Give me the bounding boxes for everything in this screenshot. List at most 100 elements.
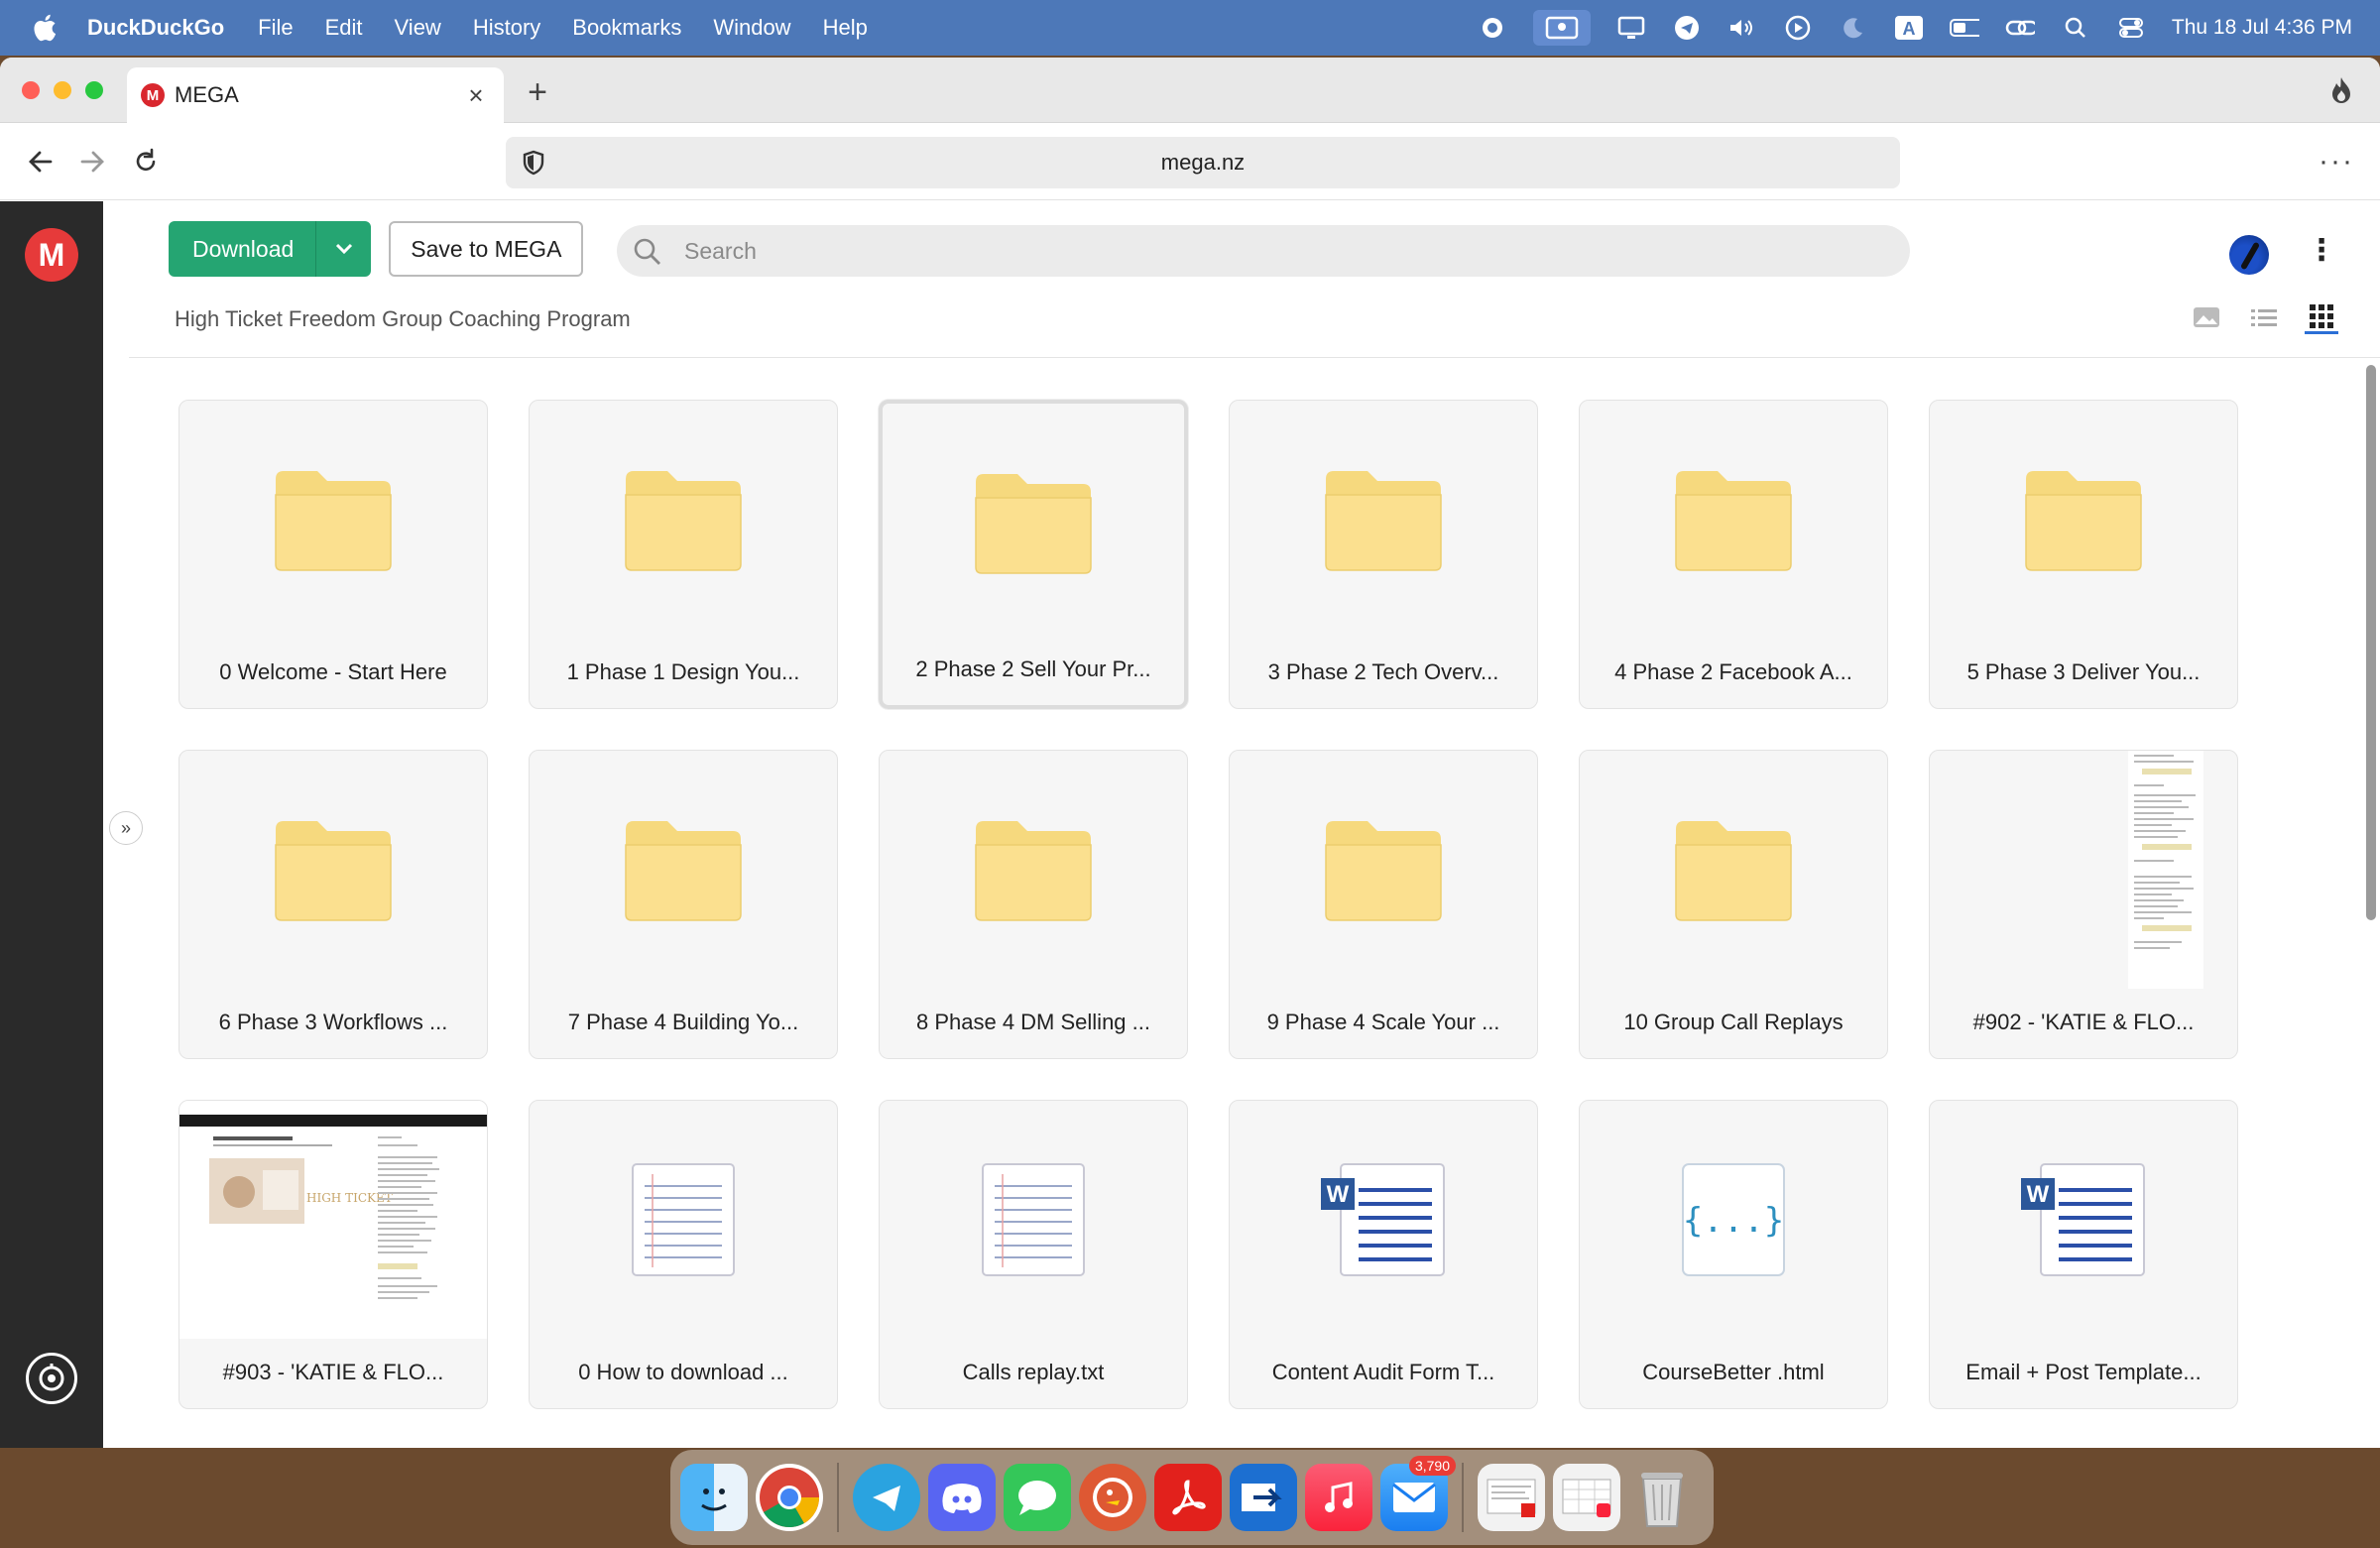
chevron-down-icon[interactable] bbox=[315, 221, 371, 277]
folder-card[interactable]: 4 Phase 2 Facebook A... bbox=[1579, 400, 1888, 709]
menu-history[interactable]: History bbox=[473, 15, 540, 41]
mega-logo-icon[interactable]: M bbox=[25, 228, 78, 282]
word-document-icon: W bbox=[1321, 1163, 1445, 1276]
expand-sidebar-icon[interactable]: » bbox=[109, 811, 143, 845]
folder-card[interactable]: 6 Phase 3 Workflows ... bbox=[178, 750, 488, 1059]
word-file-card[interactable]: W Content Audit Form T... bbox=[1229, 1100, 1538, 1409]
text-file-card[interactable]: 0 How to download ... bbox=[529, 1100, 838, 1409]
item-name: 0 Welcome - Start Here bbox=[219, 659, 447, 684]
moon-icon[interactable] bbox=[1839, 13, 1868, 43]
menu-view[interactable]: View bbox=[395, 15, 441, 41]
svg-text:W: W bbox=[2027, 1181, 2050, 1208]
folder-card[interactable]: 10 Group Call Replays bbox=[1579, 750, 1888, 1059]
apple-icon[interactable] bbox=[30, 13, 60, 43]
breadcrumb[interactable]: High Ticket Freedom Group Coaching Progr… bbox=[175, 306, 631, 332]
tab-mega[interactable]: M MEGA × bbox=[127, 67, 504, 123]
minimize-window-button[interactable] bbox=[54, 81, 71, 99]
acrobat-icon[interactable] bbox=[1154, 1464, 1222, 1531]
migration-arrow-icon[interactable] bbox=[1230, 1464, 1297, 1531]
list-view-icon[interactable] bbox=[2247, 300, 2281, 334]
privacy-shield-icon[interactable] bbox=[520, 149, 547, 177]
menu-window[interactable]: Window bbox=[713, 15, 790, 41]
play-icon[interactable] bbox=[1783, 13, 1813, 43]
item-name: Email + Post Template... bbox=[1965, 1360, 2202, 1384]
item-name: 4 Phase 2 Facebook A... bbox=[1614, 659, 1852, 684]
trash-icon[interactable] bbox=[1628, 1464, 1696, 1531]
save-to-mega-button[interactable]: Save to MEGA bbox=[389, 221, 584, 277]
folder-icon bbox=[1675, 821, 1792, 921]
menu-help[interactable]: Help bbox=[823, 15, 868, 41]
menu-bookmarks[interactable]: Bookmarks bbox=[572, 15, 681, 41]
folder-card[interactable]: 0 Welcome - Start Here bbox=[178, 400, 488, 709]
zoom-window-button[interactable] bbox=[85, 81, 103, 99]
chrome-icon[interactable] bbox=[756, 1464, 823, 1531]
browser-more-menu-icon[interactable]: ··· bbox=[2319, 145, 2354, 179]
code-file-card[interactable]: {...} CourseBetter .html bbox=[1579, 1100, 1888, 1409]
menu-edit[interactable]: Edit bbox=[325, 15, 363, 41]
search-input[interactable]: Search bbox=[617, 225, 1910, 277]
battery-icon[interactable] bbox=[1949, 13, 1979, 43]
folder-card[interactable]: 7 Phase 4 Building Yo... bbox=[529, 750, 838, 1059]
telegram-icon[interactable] bbox=[853, 1464, 920, 1531]
gallery-view-icon[interactable] bbox=[2190, 300, 2223, 334]
discord-icon[interactable] bbox=[928, 1464, 996, 1531]
svg-text:W: W bbox=[1327, 1181, 1350, 1208]
input-source-icon[interactable]: A bbox=[1894, 13, 1924, 43]
screen-share-icon[interactable] bbox=[1532, 10, 1591, 46]
image-file-card[interactable]: #902 - 'KATIE & FLO... bbox=[1929, 750, 2238, 1059]
mail-unread-badge: 3,790 bbox=[1408, 1456, 1456, 1476]
duckduckgo-icon[interactable] bbox=[1079, 1464, 1146, 1531]
recent-document-icon[interactable] bbox=[1478, 1464, 1545, 1531]
link-icon[interactable] bbox=[2005, 13, 2035, 43]
folder-card[interactable]: 5 Phase 3 Deliver You... bbox=[1929, 400, 2238, 709]
item-name: 2 Phase 2 Sell Your Pr... bbox=[915, 656, 1151, 681]
word-document-icon: W bbox=[2021, 1163, 2145, 1276]
avatar[interactable] bbox=[2229, 235, 2269, 275]
folder-card[interactable]: 8 Phase 4 DM Selling ... bbox=[879, 750, 1188, 1059]
spotlight-search-icon[interactable] bbox=[2061, 13, 2090, 43]
scrollbar[interactable] bbox=[2366, 365, 2376, 920]
download-button[interactable]: Download bbox=[169, 221, 372, 277]
mega-favicon-icon: M bbox=[141, 83, 165, 107]
folder-icon bbox=[1325, 471, 1442, 571]
control-center-icon[interactable] bbox=[2116, 13, 2146, 43]
browser-window: M MEGA × + mega.nz ··· M » Download Save… bbox=[0, 58, 2380, 1448]
folder-card[interactable]: 3 Phase 2 Tech Overv... bbox=[1229, 400, 1538, 709]
recent-spreadsheet-icon[interactable] bbox=[1553, 1464, 1620, 1531]
grid-view-icon[interactable] bbox=[2305, 300, 2338, 334]
music-icon[interactable] bbox=[1305, 1464, 1372, 1531]
tab-bar: M MEGA × + bbox=[0, 58, 2380, 123]
finder-icon[interactable] bbox=[680, 1464, 748, 1531]
text-file-card[interactable]: Calls replay.txt bbox=[879, 1100, 1188, 1409]
menu-file[interactable]: File bbox=[258, 15, 293, 41]
tab-close-icon[interactable]: × bbox=[462, 80, 490, 111]
folder-card[interactable]: 9 Phase 4 Scale Your ... bbox=[1229, 750, 1538, 1059]
telegram-status-icon[interactable] bbox=[1672, 13, 1702, 43]
code-file-icon: {...} bbox=[1682, 1163, 1785, 1276]
app-menu-name[interactable]: DuckDuckGo bbox=[87, 15, 224, 41]
more-options-icon[interactable]: ⋮ bbox=[2307, 233, 2336, 268]
svg-text:A: A bbox=[1902, 19, 1915, 39]
volume-icon[interactable] bbox=[1727, 13, 1757, 43]
folder-card-selected[interactable]: 2 Phase 2 Sell Your Pr... bbox=[879, 400, 1188, 709]
header-divider bbox=[129, 357, 2380, 358]
back-arrow-icon[interactable] bbox=[24, 145, 58, 179]
word-file-card[interactable]: W Email + Post Template... bbox=[1929, 1100, 2238, 1409]
menubar-clock[interactable]: Thu 18 Jul 4:36 PM bbox=[2172, 16, 2352, 40]
mail-icon[interactable]: 3,790 bbox=[1380, 1456, 1456, 1531]
folder-card[interactable]: 1 Phase 1 Design You... bbox=[529, 400, 838, 709]
image-file-card[interactable]: HIGH TICKET #903 - 'KATIE & FLO... bbox=[178, 1100, 488, 1409]
fire-icon[interactable] bbox=[2326, 75, 2356, 105]
record-icon[interactable] bbox=[1478, 13, 1507, 43]
forward-arrow-icon[interactable] bbox=[75, 145, 109, 179]
display-icon[interactable] bbox=[1616, 13, 1646, 43]
messages-icon[interactable] bbox=[1004, 1464, 1071, 1531]
item-name: 3 Phase 2 Tech Overv... bbox=[1267, 659, 1499, 684]
reload-icon[interactable] bbox=[129, 145, 163, 179]
address-bar[interactable]: mega.nz bbox=[506, 137, 1900, 188]
sync-icon[interactable] bbox=[26, 1353, 77, 1404]
mega-app: M » Download Save to MEGA Search ⋮ High … bbox=[0, 201, 2380, 1448]
item-name: 9 Phase 4 Scale Your ... bbox=[1266, 1010, 1500, 1034]
new-tab-button[interactable]: + bbox=[520, 73, 555, 112]
close-window-button[interactable] bbox=[22, 81, 40, 99]
